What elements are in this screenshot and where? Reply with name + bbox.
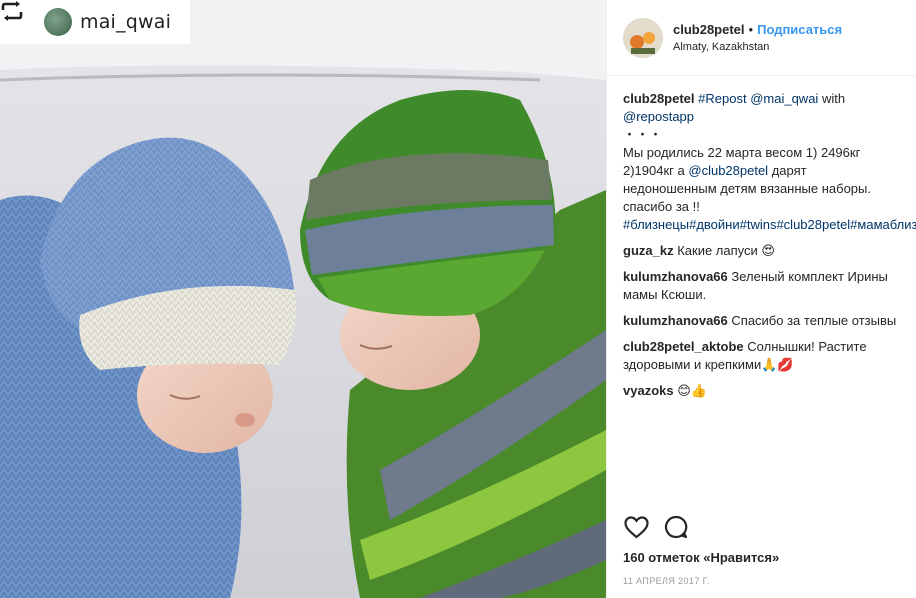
comment-icon[interactable] <box>663 514 689 540</box>
comment-username[interactable]: kulumzhanova66 <box>623 269 728 284</box>
comment-text: Какие лапуси 😍 <box>677 243 775 258</box>
post-header: club28petel • Подписаться Almaty, Kazakh… <box>607 0 916 76</box>
post-photo[interactable]: mai_qwai <box>0 0 606 598</box>
likes-count[interactable]: 160 отметок «Нравится» <box>623 550 779 565</box>
header-separator: • <box>748 22 754 37</box>
follow-button[interactable]: Подписаться <box>757 22 842 37</box>
hashtag-link[interactable]: #Repost <box>698 91 746 106</box>
post-actions <box>623 514 689 540</box>
heart-icon[interactable] <box>623 514 649 540</box>
list-item: guza_kz Какие лапуси 😍 <box>623 242 900 260</box>
caption-dots: ・・・ <box>623 127 663 142</box>
caption-username[interactable]: club28petel <box>623 91 695 106</box>
post-location[interactable]: Almaty, Kazakhstan <box>673 41 842 53</box>
hashtags-link[interactable]: #близнецы#двойни#twins#club28petel#мамаб… <box>623 216 916 234</box>
caption: club28petel #Repost @mai_qwai with @repo… <box>623 90 916 234</box>
mention-link[interactable]: @club28petel <box>688 163 768 178</box>
photo-twins-in-knit-hats <box>0 0 606 598</box>
comment-username[interactable]: kulumzhanova66 <box>623 313 728 328</box>
avatar[interactable] <box>623 17 663 58</box>
repost-avatar <box>44 8 72 36</box>
list-item: kulumzhanova66 Зеленый комплект Ирины ма… <box>623 268 900 304</box>
repost-username[interactable]: mai_qwai <box>80 11 171 33</box>
comment-username[interactable]: guza_kz <box>623 243 674 258</box>
list-item: vyazoks 😊👍 <box>623 382 900 400</box>
comment-text: Спасибо за теплые отзывы <box>731 313 897 328</box>
comment-username[interactable]: club28petel_aktobe <box>623 339 744 354</box>
repost-badge[interactable]: mai_qwai <box>0 0 190 44</box>
comment-text: 😊👍 <box>677 383 707 398</box>
caption-text: with <box>821 91 846 106</box>
mention-link[interactable]: @repostapp <box>623 108 900 126</box>
comment-username[interactable]: vyazoks <box>623 383 674 398</box>
mention-link[interactable]: @mai_qwai <box>750 91 818 106</box>
list-item: club28petel_aktobe Солнышки! Растите здо… <box>623 338 900 374</box>
comments-list: club28petel #Repost @mai_qwai with @repo… <box>607 76 916 400</box>
post-sidebar: club28petel • Подписаться Almaty, Kazakh… <box>606 0 916 598</box>
post-date[interactable]: 11 АПРЕЛЯ 2017 Г. <box>623 576 710 586</box>
list-item: kulumzhanova66 Спасибо за теплые отзывы <box>623 312 900 330</box>
header-username[interactable]: club28petel <box>673 22 745 37</box>
repost-icon <box>1 1 36 35</box>
